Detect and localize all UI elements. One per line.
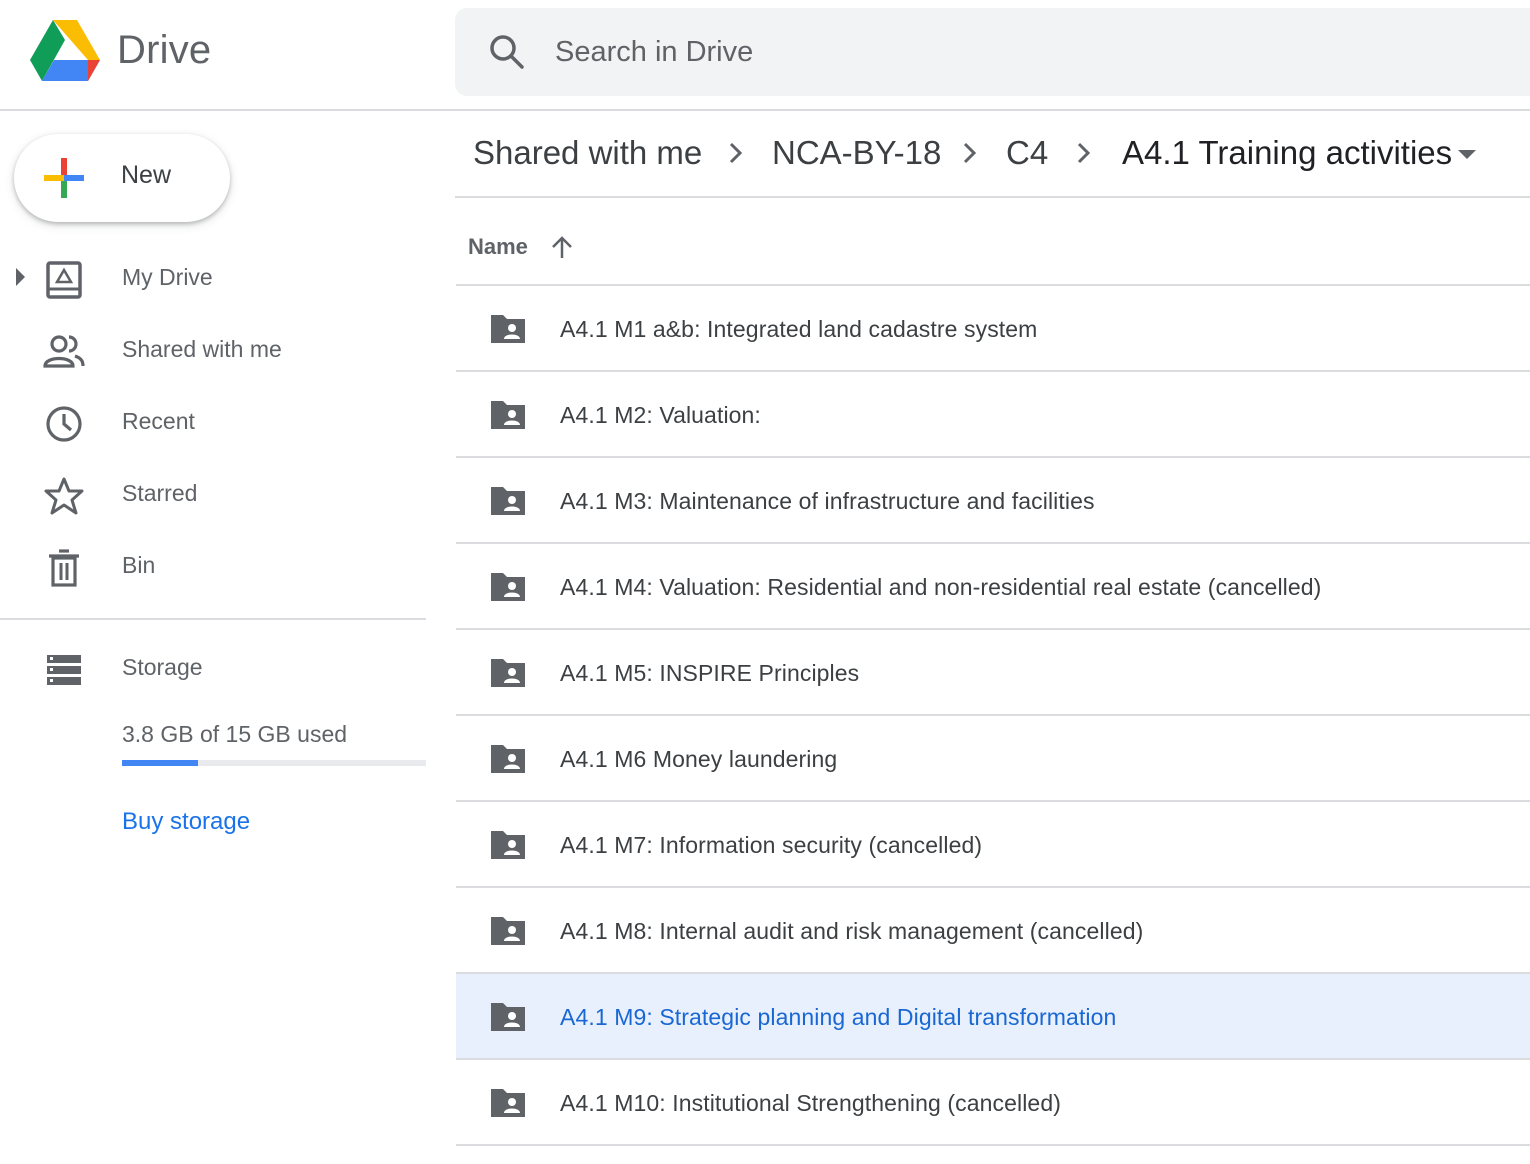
file-row[interactable]: A4.1 M6 Money laundering [456, 716, 1530, 802]
sort-ascending-icon[interactable] [549, 234, 575, 260]
file-row-name: A4.1 M8: Internal audit and risk managem… [560, 918, 1144, 944]
breadcrumb-item[interactable]: NCA-BY-18 [772, 134, 941, 172]
sidebar-item-label: Shared with me [122, 336, 282, 362]
file-row-name: A4.1 M3: Maintenance of infrastructure a… [560, 488, 1095, 514]
file-row-name: A4.1 M1 a&b: Integrated land cadastre sy… [560, 316, 1038, 342]
file-row-name: A4.1 M6 Money laundering [560, 746, 838, 772]
column-header-name[interactable]: Name [468, 234, 528, 260]
chevron-right-icon [963, 142, 977, 164]
sidebar-item-shared-with-me[interactable]: Shared with me [0, 320, 430, 380]
shared-folder-icon [491, 1003, 525, 1031]
buy-storage-link[interactable]: Buy storage [122, 808, 250, 836]
sidebar-item-label: Recent [122, 408, 195, 434]
top-bar: Drive [0, 0, 1530, 111]
app-title: Drive [117, 28, 212, 72]
breadcrumb-current-folder[interactable]: A4.1 Training activities [1122, 134, 1452, 172]
sidebar-item-label: Starred [122, 480, 198, 506]
shared-folder-icon [491, 1089, 525, 1117]
file-row-name: A4.1 M7: Information security (cancelled… [560, 832, 983, 858]
plus-icon [44, 158, 84, 198]
sidebar-item-label: My Drive [122, 264, 213, 290]
sidebar-item-label: Storage [122, 654, 203, 680]
breadcrumb: Shared with me NCA-BY-18 C4 A4.1 Trainin… [455, 112, 1530, 198]
shared-folder-icon [491, 401, 525, 429]
file-row[interactable]: A4.1 M5: INSPIRE Principles [456, 630, 1530, 716]
file-row[interactable]: A4.1 M9: Strategic planning and Digital … [456, 974, 1530, 1060]
storage-progress-bar [122, 760, 426, 766]
list-header: Name [456, 200, 1530, 286]
shared-folder-icon [491, 315, 525, 343]
sidebar-item-recent[interactable]: Recent [0, 392, 430, 452]
search-icon[interactable] [487, 32, 527, 72]
drive-logo-icon[interactable] [30, 20, 100, 82]
search-input[interactable] [555, 8, 1455, 96]
file-row[interactable]: A4.1 M7: Information security (cancelled… [456, 802, 1530, 888]
breadcrumb-item[interactable]: Shared with me [473, 134, 702, 172]
new-button[interactable]: New [14, 134, 230, 222]
expand-arrow-icon[interactable] [16, 268, 25, 286]
file-row[interactable]: A4.1 M8: Internal audit and risk managem… [456, 888, 1530, 974]
chevron-down-icon[interactable] [1458, 150, 1476, 159]
shared-folder-icon [491, 831, 525, 859]
file-row[interactable]: A4.1 M4: Valuation: Residential and non-… [456, 544, 1530, 630]
file-row-name: A4.1 M9: Strategic planning and Digital … [560, 1004, 1117, 1030]
my-drive-icon [46, 261, 82, 299]
people-icon [43, 335, 85, 368]
sidebar-item-storage[interactable]: Storage [0, 638, 430, 698]
trash-icon [49, 549, 79, 587]
sidebar-item-starred[interactable]: Starred [0, 464, 430, 524]
shared-folder-icon [491, 917, 525, 945]
search-bar[interactable] [455, 8, 1530, 96]
shared-folder-icon [491, 659, 525, 687]
breadcrumb-item[interactable]: C4 [1006, 134, 1048, 172]
file-row[interactable]: A4.1 M3: Maintenance of infrastructure a… [456, 458, 1530, 544]
sidebar-item-label: Bin [122, 552, 156, 578]
chevron-right-icon [1077, 142, 1091, 164]
storage-progress-fill [122, 760, 198, 766]
shared-folder-icon [491, 745, 525, 773]
storage-icon [47, 655, 81, 685]
file-row[interactable]: A4.1 M10: Institutional Strengthening (c… [456, 1060, 1530, 1146]
new-button-label: New [121, 161, 172, 189]
clock-icon [46, 406, 82, 442]
sidebar-divider [0, 618, 426, 620]
star-icon [44, 477, 84, 515]
file-row-name: A4.1 M10: Institutional Strengthening (c… [560, 1090, 1061, 1116]
sidebar-item-bin[interactable]: Bin [0, 536, 430, 596]
chevron-right-icon [729, 142, 743, 164]
file-row[interactable]: A4.1 M2: Valuation: [456, 372, 1530, 458]
file-row-name: A4.1 M5: INSPIRE Principles [560, 660, 860, 686]
shared-folder-icon [491, 573, 525, 601]
file-row-name: A4.1 M2: Valuation: [560, 402, 761, 428]
file-row-name: A4.1 M4: Valuation: Residential and non-… [560, 574, 1322, 600]
shared-folder-icon [491, 487, 525, 515]
storage-usage-text: 3.8 GB of 15 GB used [122, 721, 348, 747]
sidebar-item-my-drive[interactable]: My Drive [0, 248, 430, 308]
file-row[interactable]: A4.1 M1 a&b: Integrated land cadastre sy… [456, 286, 1530, 372]
